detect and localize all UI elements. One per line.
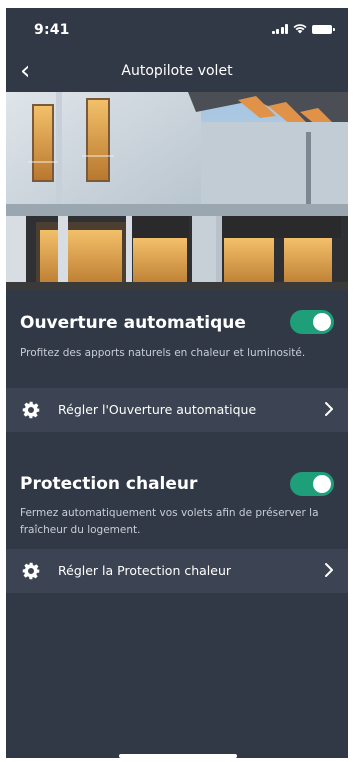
app-screen: 9:41 ‹ Autopilote volet Ouverture automa… <box>6 8 348 758</box>
toggle-knob <box>313 475 331 493</box>
nav-bar: ‹ Autopilote volet <box>6 54 348 90</box>
status-time: 9:41 <box>34 22 70 38</box>
ouverture-settings-row[interactable]: Régler l'Ouverture automatique <box>6 388 348 432</box>
page-title: Autopilote volet <box>121 63 233 79</box>
battery-icon <box>312 25 335 34</box>
status-icons <box>271 23 335 34</box>
ouverture-automatique-toggle[interactable] <box>290 310 334 334</box>
row-label: Régler la Protection chaleur <box>58 563 232 578</box>
chevron-right-icon <box>325 563 333 577</box>
house-hero-image <box>6 92 348 290</box>
section-title: Ouverture automatique <box>20 313 246 333</box>
protection-settings-row[interactable]: Régler la Protection chaleur <box>6 549 348 593</box>
chevron-right-icon <box>325 402 333 416</box>
protection-chaleur-toggle[interactable] <box>290 472 334 496</box>
section-description: Fermez automatiquement vos volets afin d… <box>20 507 319 536</box>
toggle-knob <box>313 313 331 331</box>
wifi-icon <box>293 24 307 34</box>
signal-icon <box>271 24 288 34</box>
status-bar: 9:41 <box>6 8 348 52</box>
section-description: Profitez des apports naturels en chaleur… <box>20 347 306 359</box>
home-indicator[interactable] <box>119 754 237 758</box>
row-label: Régler l'Ouverture automatique <box>58 402 257 417</box>
section-title: Protection chaleur <box>20 474 198 494</box>
gear-icon <box>22 562 40 580</box>
gear-icon <box>22 401 40 419</box>
